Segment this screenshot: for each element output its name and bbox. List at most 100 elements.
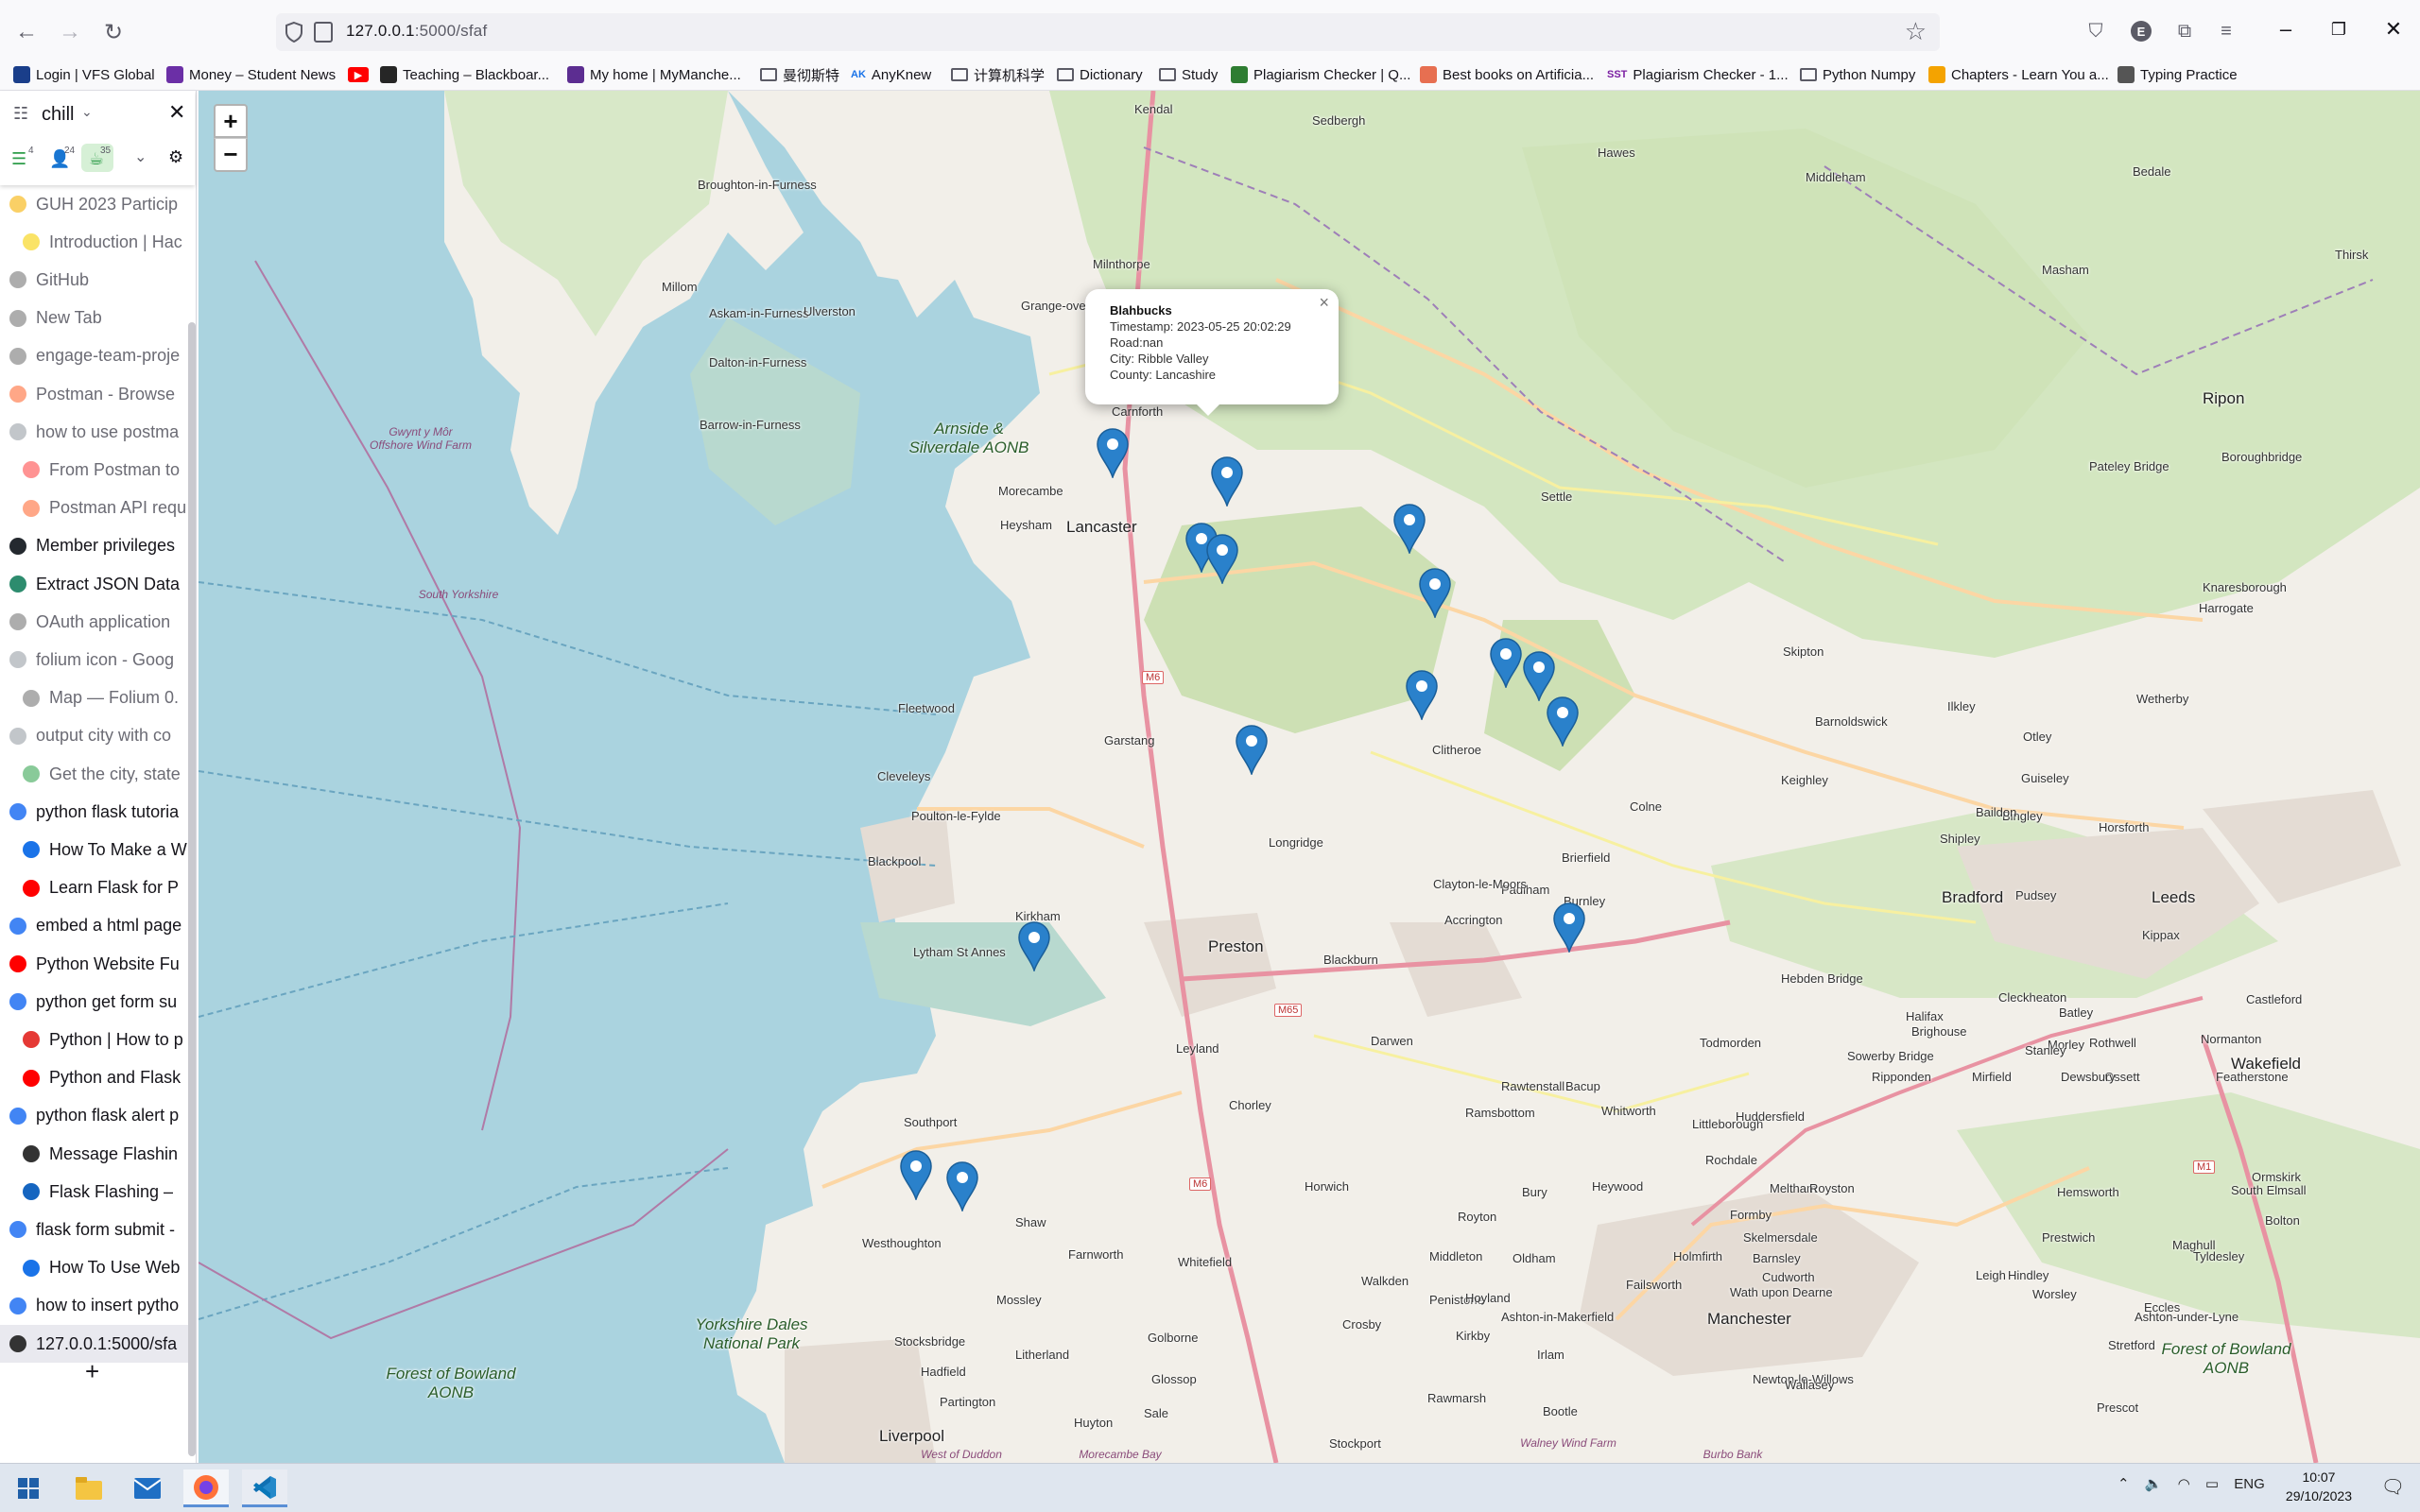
bookmark-star-icon[interactable]: ☆ — [1905, 17, 1927, 46]
map-marker-icon[interactable] — [1552, 902, 1586, 953]
bookmark-item[interactable]: Teaching – Blackboar... — [380, 63, 549, 86]
sidebar-tab-item[interactable]: Get the city, state — [0, 755, 189, 793]
wifi-icon[interactable]: ◠ — [2178, 1476, 2190, 1492]
bookmark-item[interactable]: My home | MyManche... — [567, 63, 741, 86]
sidebar-tab-item[interactable]: Flask Flashing – — [0, 1173, 189, 1211]
sidebar-tab-item[interactable]: Python and Flask — [0, 1059, 189, 1097]
url-bar[interactable]: 127.0.0.1:5000/sfaf ☆ — [276, 13, 1940, 51]
speaker-icon[interactable]: 🔈 — [2145, 1476, 2163, 1492]
map-marker-icon[interactable] — [1418, 567, 1452, 618]
bookmark-item[interactable]: 计算机科学 — [951, 63, 1045, 86]
vscode-button[interactable] — [242, 1469, 287, 1507]
tree-tabs-icon[interactable]: ☰ — [11, 149, 26, 169]
back-button[interactable]: ← — [9, 15, 43, 49]
sidebar-tab-item[interactable]: flask form submit - — [0, 1211, 189, 1248]
page-info-icon[interactable] — [314, 22, 333, 43]
sidebar-tab-item[interactable]: GUH 2023 Particip — [0, 185, 189, 223]
panel-icon[interactable]: ☷ — [13, 104, 28, 124]
sidebar-tab-item[interactable]: folium icon - Goog — [0, 641, 189, 679]
sidebar-tab-item[interactable]: Map — Folium 0. — [0, 679, 189, 717]
bookmark-item[interactable]: SST Plagiarism Checker - 1... — [1607, 63, 1789, 86]
map-place-label: Hadfield — [921, 1365, 966, 1379]
sidebar-tab-item[interactable]: Member privileges — [0, 527, 189, 565]
sidebar-tab-item[interactable]: How To Use Web — [0, 1249, 189, 1287]
firefox-button[interactable] — [183, 1469, 229, 1507]
map-marker-icon[interactable] — [1235, 724, 1269, 775]
sidebar-tab-item[interactable]: Python Website Fu — [0, 945, 189, 983]
map-marker-icon[interactable] — [1392, 503, 1426, 554]
shield-icon[interactable] — [284, 21, 304, 43]
bookmark-item[interactable]: Chapters - Learn You a... — [1928, 63, 2109, 86]
forward-button[interactable]: → — [53, 15, 87, 49]
mail-button[interactable] — [125, 1469, 170, 1507]
bookmark-item[interactable]: Login | VFS Global — [13, 63, 155, 86]
chevron-down-icon[interactable]: ⌄ — [134, 147, 147, 166]
sidebar-tab-item[interactable]: New Tab — [0, 300, 189, 337]
file-explorer-button[interactable] — [66, 1469, 112, 1507]
sidebar-tab-item[interactable]: output city with co — [0, 717, 189, 755]
bookmark-item[interactable]: Best books on Artificia... — [1420, 63, 1594, 86]
map-marker-icon[interactable] — [1489, 637, 1523, 688]
sidebar-tab-item[interactable]: python get form su — [0, 983, 189, 1021]
bookmark-item[interactable]: Python Numpy — [1800, 63, 1915, 86]
sidebar-tab-item[interactable]: OAuth application — [0, 603, 189, 641]
account-icon[interactable]: E — [2127, 17, 2155, 45]
sidebar-tab-item[interactable]: From Postman to — [0, 451, 189, 489]
sidebar-tab-item[interactable]: how to insert pytho — [0, 1287, 189, 1325]
map-marker-icon[interactable] — [1405, 669, 1439, 720]
sidebar-tab-item[interactable]: how to use postma — [0, 413, 189, 451]
sidebar-tab-item[interactable]: embed a html page — [0, 907, 189, 945]
chevron-down-icon[interactable]: ⌄ — [81, 104, 93, 120]
restore-button[interactable]: ❐ — [2320, 15, 2358, 43]
sidebar-tab-item[interactable]: Postman API requ — [0, 490, 189, 527]
zoom-out-button[interactable]: − — [214, 138, 248, 172]
battery-icon[interactable]: ▭ — [2205, 1476, 2219, 1492]
map-marker-icon[interactable] — [1522, 650, 1556, 701]
url-text[interactable]: 127.0.0.1:5000/sfaf — [346, 22, 487, 41]
bookmark-item[interactable]: ▶ — [348, 63, 374, 86]
sidebar-tab-item[interactable]: Extract JSON Data — [0, 565, 189, 603]
map-marker-icon[interactable] — [1017, 920, 1051, 971]
map-marker-icon[interactable] — [1210, 455, 1244, 507]
map-marker-icon[interactable] — [1546, 696, 1580, 747]
map-marker-icon[interactable] — [945, 1160, 979, 1211]
bookmark-item[interactable]: Plagiarism Checker | Q... — [1231, 63, 1410, 86]
sidebar-tab-item[interactable]: engage-team-proje — [0, 337, 189, 375]
sidebar-tab-item[interactable]: Python | How to p — [0, 1021, 189, 1058]
pocket-icon[interactable]: ⛉ — [2082, 17, 2110, 45]
start-button[interactable] — [6, 1469, 51, 1507]
language-indicator[interactable]: ENG — [2234, 1476, 2265, 1492]
sidebar-tab-item[interactable]: GitHub — [0, 261, 189, 299]
bookmark-item[interactable]: Money – Student News — [166, 63, 336, 86]
close-window-button[interactable]: ✕ — [2375, 15, 2412, 43]
bookmark-item[interactable]: Study — [1159, 63, 1218, 86]
notifications-icon[interactable]: 🗨 — [2381, 1475, 2405, 1499]
map-marker-icon[interactable] — [899, 1149, 933, 1200]
menu-icon[interactable]: ≡ — [2212, 17, 2240, 45]
chevron-up-icon[interactable]: ⌃ — [2118, 1476, 2130, 1492]
panel-name[interactable]: chill — [42, 104, 74, 126]
extensions-icon[interactable]: ⧉ — [2170, 17, 2199, 45]
reload-button[interactable]: ↻ — [96, 15, 130, 49]
new-tab-button[interactable]: + — [85, 1357, 99, 1386]
map-marker-icon[interactable] — [1205, 533, 1239, 584]
sidebar-tab-item[interactable]: How To Make a W — [0, 831, 189, 868]
close-sidebar-icon[interactable]: ✕ — [168, 100, 185, 125]
gear-icon[interactable]: ⚙ — [168, 147, 183, 167]
popup-close-button[interactable]: × — [1319, 294, 1329, 311]
sidebar-tab-item[interactable]: python flask alert p — [0, 1097, 189, 1135]
zoom-in-button[interactable]: + — [214, 104, 248, 138]
sidebar-tab-item[interactable]: Introduction | Hac — [0, 223, 189, 261]
bookmark-item[interactable]: 曼彻斯特 — [760, 63, 839, 86]
clock[interactable]: 10:07 29/10/2023 — [2286, 1468, 2352, 1505]
map-marker-icon[interactable] — [1096, 427, 1130, 478]
bookmark-item[interactable]: Typing Practice — [2118, 63, 2238, 86]
bookmark-item[interactable]: Dictionary — [1057, 63, 1143, 86]
sidebar-tab-item[interactable]: Learn Flask for P — [0, 869, 189, 907]
minimize-button[interactable]: – — [2267, 15, 2305, 43]
sidebar-tab-item[interactable]: Postman - Browse — [0, 375, 189, 413]
sidebar-scrollbar[interactable] — [188, 322, 196, 1456]
sidebar-tab-item[interactable]: python flask tutoria — [0, 793, 189, 831]
bookmark-item[interactable]: AK AnyKnew — [851, 63, 931, 86]
sidebar-tab-item[interactable]: Message Flashin — [0, 1135, 189, 1173]
